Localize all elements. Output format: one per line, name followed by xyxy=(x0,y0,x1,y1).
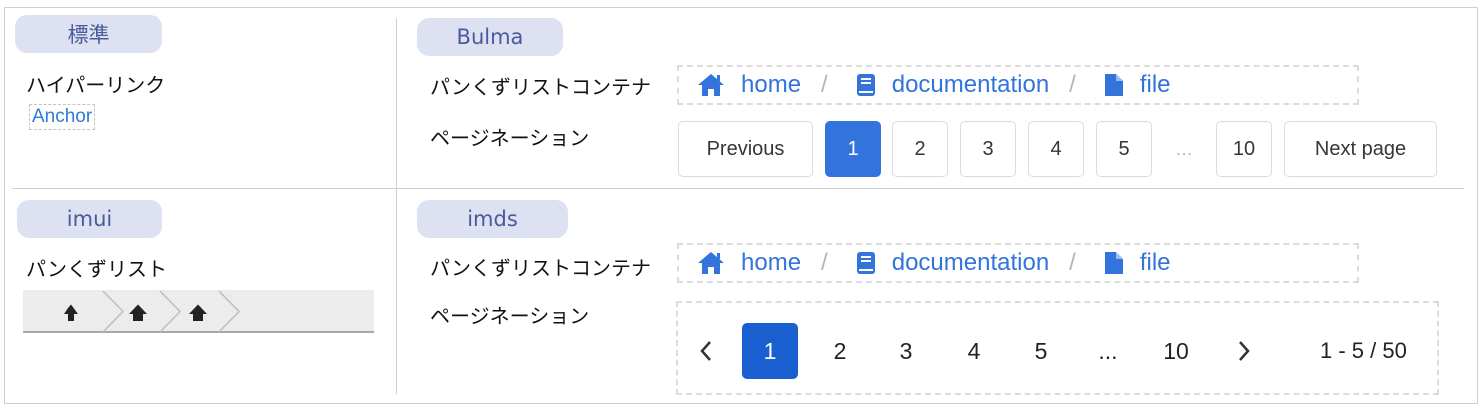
home-icon xyxy=(698,74,724,96)
chevron-separator xyxy=(218,290,241,333)
next-page-button[interactable]: Next page xyxy=(1284,121,1437,177)
bulma-pagination-label: ページネーション xyxy=(430,126,590,150)
imds-breadcrumb: home / documentation / file xyxy=(677,243,1359,283)
page-3-button[interactable]: 3 xyxy=(960,121,1016,177)
pagination-range-text: 1 - 5 / 50 xyxy=(1320,338,1407,363)
breadcrumb-separator: / xyxy=(1069,249,1076,276)
page-3-button[interactable]: 3 xyxy=(878,323,934,379)
anchor-link[interactable]: Anchor xyxy=(29,104,96,130)
bulma-breadcrumb-label: パンくずリストコンテナ xyxy=(430,75,651,99)
breadcrumb-documentation[interactable]: documentation xyxy=(856,71,1049,99)
page-2-button[interactable]: 2 xyxy=(892,121,948,177)
book-icon xyxy=(856,252,875,274)
page-1-button[interactable]: 1 xyxy=(742,323,798,379)
page-1-button[interactable]: 1 xyxy=(825,121,881,177)
breadcrumb-separator: / xyxy=(821,249,828,276)
breadcrumb-separator: / xyxy=(1069,71,1076,98)
bulma-tag: Bulma xyxy=(417,18,563,56)
page-4-button[interactable]: 4 xyxy=(946,323,1002,379)
imds-pagination-label: ページネーション xyxy=(430,304,590,328)
page-2-button[interactable]: 2 xyxy=(812,323,868,379)
pagination-ellipsis: ... xyxy=(1098,337,1118,364)
previous-button[interactable]: Previous xyxy=(678,121,813,177)
hyperlink-label: ハイパーリンク xyxy=(26,73,166,97)
chevron-separator xyxy=(102,290,125,333)
row-divider xyxy=(12,188,1464,189)
pagination-ellipsis: … xyxy=(1175,138,1193,159)
breadcrumb-file[interactable]: file xyxy=(1104,249,1171,277)
breadcrumb-home[interactable]: home xyxy=(697,71,801,99)
breadcrumb-documentation[interactable]: documentation xyxy=(856,249,1049,277)
page-4-button[interactable]: 4 xyxy=(1028,121,1084,177)
chevron-separator xyxy=(159,290,182,333)
breadcrumb-label: documentation xyxy=(891,71,1050,98)
chevron-right-icon[interactable] xyxy=(1226,323,1262,379)
bulma-breadcrumb: home / documentation / file xyxy=(677,65,1359,105)
imui-breadcrumb-item-3[interactable] xyxy=(189,304,207,322)
file-icon xyxy=(1104,74,1123,96)
breadcrumb-home[interactable]: home xyxy=(697,249,801,277)
home-icon xyxy=(698,252,724,274)
breadcrumb-label: home xyxy=(741,249,802,276)
imds-breadcrumb-label: パンくずリストコンテナ xyxy=(430,256,651,280)
breadcrumb-label: documentation xyxy=(891,249,1050,276)
breadcrumb-label: file xyxy=(1139,71,1171,98)
imui-breadcrumb-item-2[interactable] xyxy=(129,304,147,322)
chevron-left-icon[interactable] xyxy=(688,323,724,379)
column-divider xyxy=(396,18,397,394)
breadcrumb-label: home xyxy=(741,71,802,98)
home-icon xyxy=(189,304,207,321)
page-10-button[interactable]: 10 xyxy=(1148,323,1204,379)
imui-breadcrumb-item-1[interactable] xyxy=(59,302,78,321)
home-icon xyxy=(129,304,147,321)
breadcrumb-label: file xyxy=(1139,249,1171,276)
imui-breadcrumb-label: パンくずリスト xyxy=(26,257,167,281)
file-icon xyxy=(1104,252,1123,274)
breadcrumb-separator: / xyxy=(821,71,828,98)
imds-pagination: 1 2 3 4 5 ... 10 1 - 5 / 50 xyxy=(676,301,1439,395)
book-icon xyxy=(856,74,875,96)
page-5-button[interactable]: 5 xyxy=(1013,323,1069,379)
imds-tag: imds xyxy=(417,200,568,238)
page-5-button[interactable]: 5 xyxy=(1096,121,1152,177)
imui-breadcrumb xyxy=(23,290,374,333)
breadcrumb-file[interactable]: file xyxy=(1104,71,1171,99)
home-icon xyxy=(64,304,78,321)
imui-tag: imui xyxy=(17,200,162,238)
standard-tag: 標準 xyxy=(15,15,162,53)
page-10-button[interactable]: 10 xyxy=(1216,121,1272,177)
